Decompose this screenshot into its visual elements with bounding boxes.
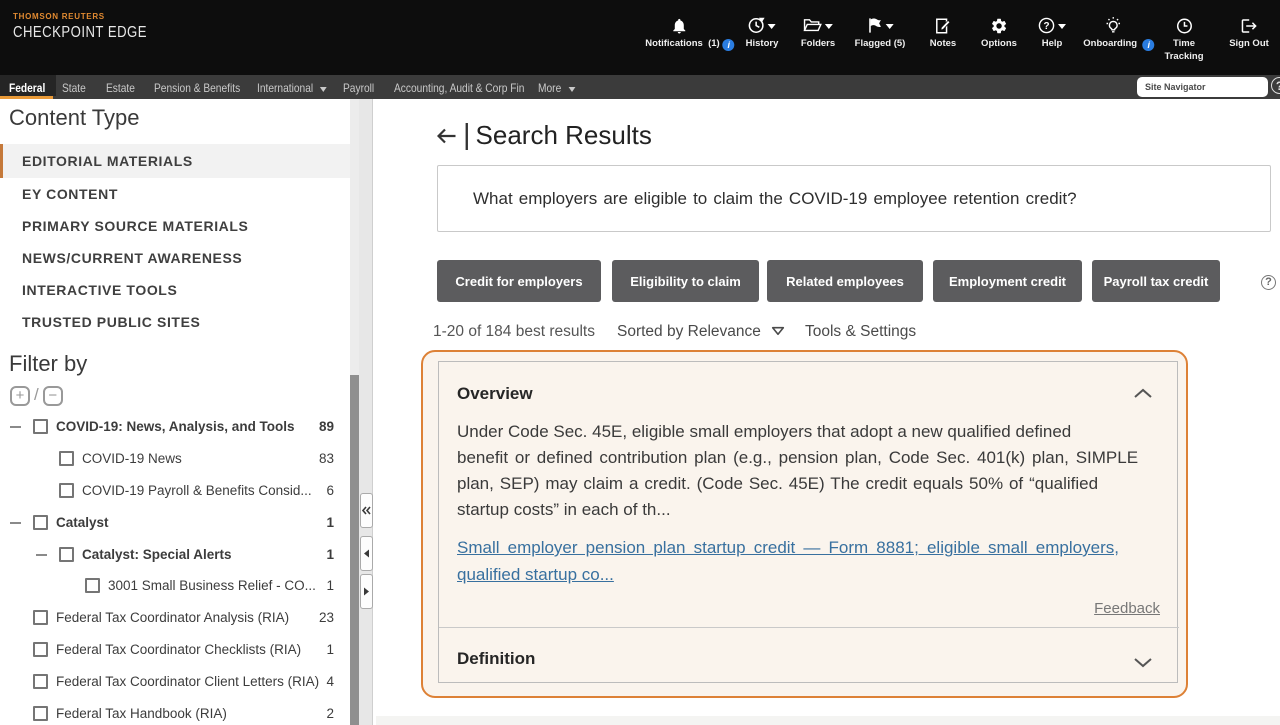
svg-text:?: ? <box>1043 21 1049 32</box>
